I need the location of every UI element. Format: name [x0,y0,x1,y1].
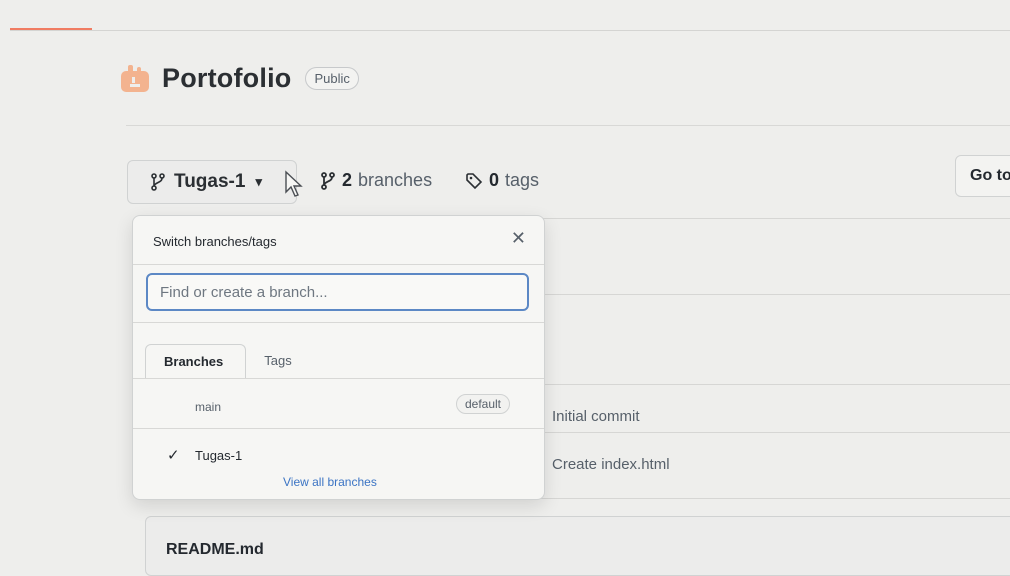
current-branch-label: Tugas-1 [174,171,246,192]
branch-switcher-dropdown: Switch branches/tags ✕ Branches Tags mai… [132,215,545,500]
branch-item-tugas-1[interactable]: ✓ Tugas-1 [133,434,544,474]
readme-title[interactable]: README.md [166,541,264,559]
row-divider [540,384,1010,385]
default-badge: default [455,394,510,414]
branch-name: main [195,400,222,414]
repo-owner-avatar-icon [121,65,149,92]
tags-link[interactable]: 0 tags [465,170,539,191]
branch-filter-input[interactable] [146,273,529,311]
dropdown-title: Switch branches/tags [153,234,277,249]
tags-count: 0 [489,170,500,190]
readme-box: README.md [145,516,1010,576]
dropdown-divider [133,264,544,265]
tabs-divider [133,378,544,379]
check-icon: ✓ [167,447,180,464]
header-divider [10,30,1010,31]
branches-count: 2 [342,170,353,190]
header-separator [126,125,1010,126]
branch-name: Tugas-1 [195,448,243,463]
tags-label: tags [505,170,540,190]
mouse-cursor-icon [285,170,303,197]
view-all-branches-link[interactable]: View all branches [283,475,377,489]
git-branch-icon [151,173,165,191]
row-divider [540,432,1010,433]
dropdown-divider [133,322,544,323]
commit-message-link[interactable]: Initial commit [552,408,640,425]
dropdown-tabs: Branches Tags [145,344,314,379]
branches-link[interactable]: 2 branches [320,170,432,191]
tab-branches[interactable]: Branches [145,344,247,379]
branches-label: branches [358,170,433,190]
go-to-file-button[interactable]: Go to [955,155,1010,197]
row-divider [540,294,1010,295]
tab-tags[interactable]: Tags [246,344,313,378]
branch-item-main[interactable]: main default [133,386,544,426]
tag-icon [466,172,483,189]
row-divider [540,218,1010,219]
branch-select-button[interactable]: Tugas-1 ▾ [127,160,297,204]
caret-down-icon: ▾ [255,174,262,189]
row-divider [540,498,1010,499]
close-icon[interactable]: ✕ [511,228,526,249]
repo-header: Portofolio Public [118,62,359,94]
git-branch-icon [321,171,335,190]
commit-message-link[interactable]: Create index.html [552,456,670,473]
visibility-badge: Public [305,66,359,90]
repo-name-link[interactable]: Portofolio [162,63,291,94]
branch-row-divider [133,428,544,429]
file-listing: Initial commit Create index.html [540,218,1010,499]
